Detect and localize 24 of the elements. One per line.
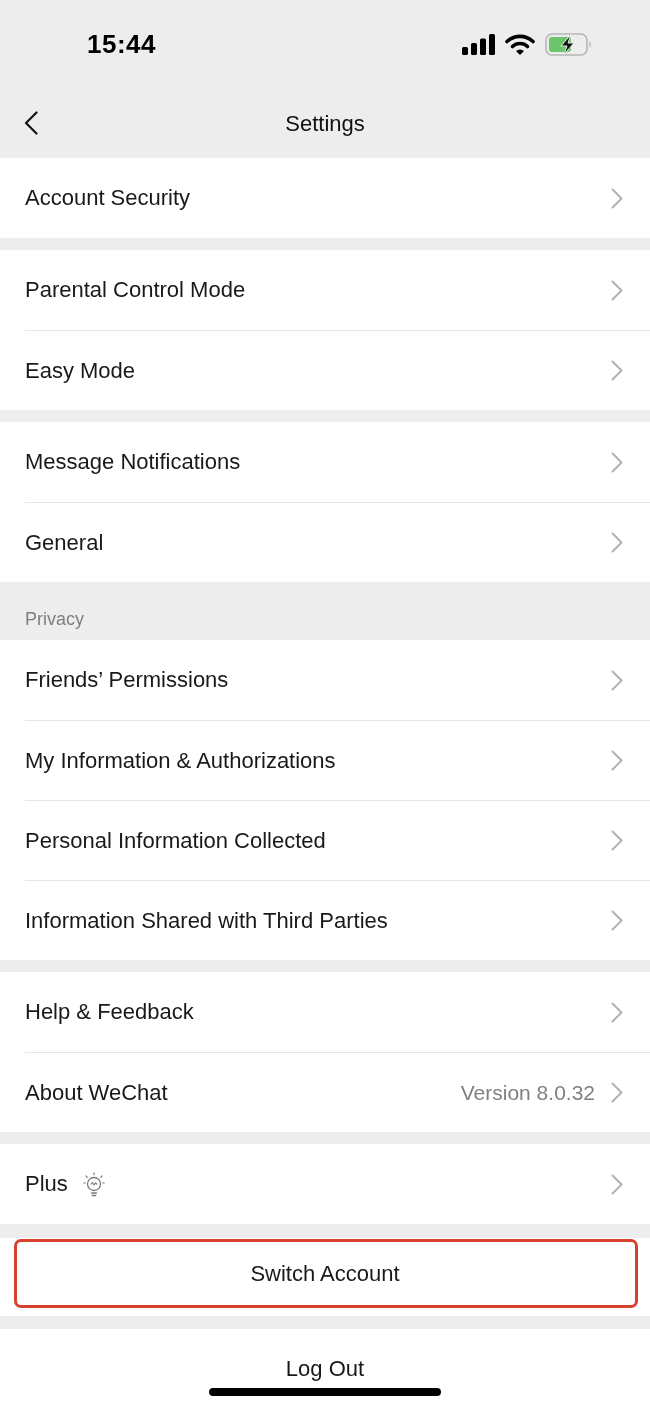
- chevron-right-icon: [611, 669, 623, 691]
- status-time: 15:44: [87, 28, 156, 60]
- switch-account-button[interactable]: Switch Account: [0, 1238, 650, 1316]
- back-chevron-icon: [24, 111, 38, 135]
- chevron-right-icon: [611, 360, 623, 381]
- chevron-right-icon: [611, 279, 623, 301]
- chevron-right-icon: [611, 750, 623, 771]
- chevron-right-icon: [611, 830, 623, 851]
- chevron-right-icon: [611, 1001, 623, 1023]
- lightbulb-icon: [82, 1171, 105, 1197]
- section-header: Privacy: [24, 608, 85, 631]
- log-out-button[interactable]: Log Out: [0, 1329, 650, 1408]
- chevron-right-icon: [611, 451, 623, 473]
- chevron-right-icon: [611, 187, 623, 209]
- chevron-right-icon: [611, 1082, 623, 1103]
- battery-charging-icon: [545, 32, 593, 56]
- back-button[interactable]: [24, 111, 38, 135]
- chevron-right-icon: [611, 532, 623, 553]
- version-value: Version 8.0.32: [460, 1080, 595, 1105]
- chevron-right-icon: [611, 1173, 623, 1195]
- signal-icon: [462, 33, 495, 55]
- chevron-right-icon: [611, 910, 623, 931]
- page-title: Settings: [285, 111, 365, 137]
- wifi-icon: [505, 33, 535, 55]
